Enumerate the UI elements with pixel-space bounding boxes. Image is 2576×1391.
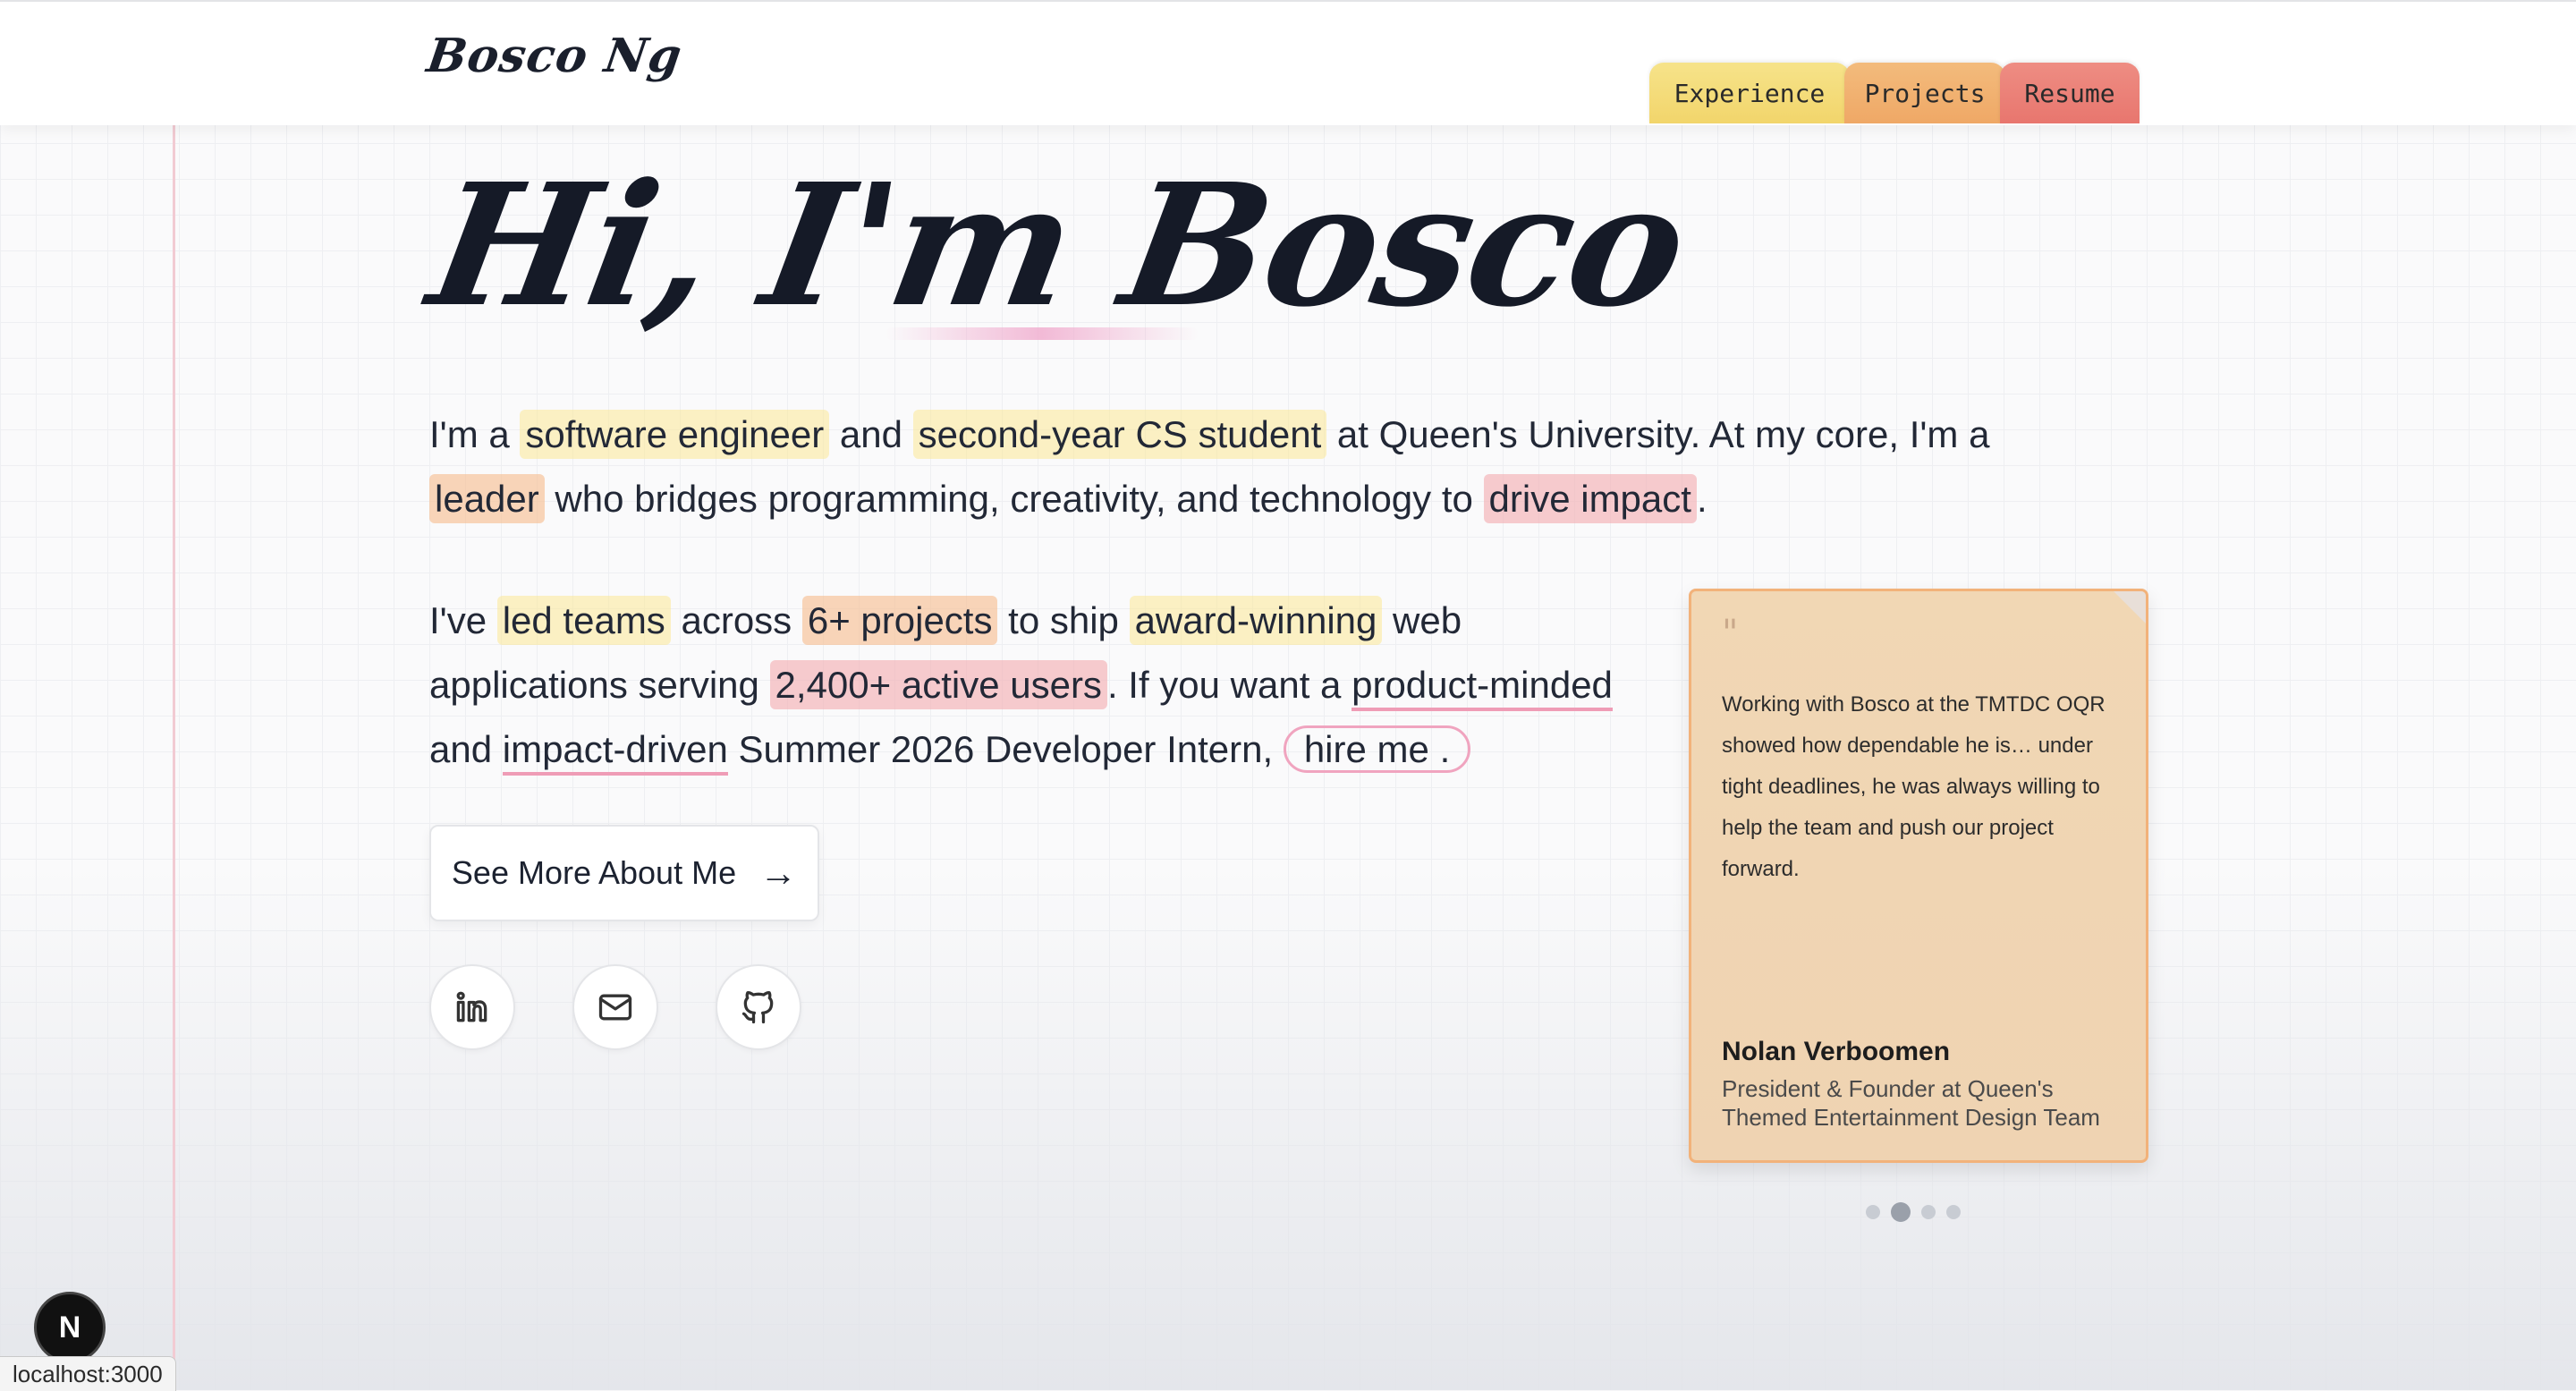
highlight-leader: leader [429,474,545,523]
highlight-active-users: 2,400+ active users [769,660,1107,709]
pitch-text: and [429,728,503,770]
underline-impact-driven: impact-driven [502,728,728,776]
intro-text: at Queen's University. At my core, I'm a [1326,413,1990,455]
pitch-text: across [670,599,802,641]
pitch-text: . [1439,728,1451,770]
nextjs-dev-badge[interactable]: N [34,1292,106,1363]
pitch-text: I've [429,599,497,641]
highlight-cs-student: second-year CS student [912,410,1327,459]
pitch-paragraph: I've led teams across 6+ projects to shi… [429,589,1628,782]
mail-icon [598,994,632,1021]
testimonial-author-role: President & Founder at Queen's Themed En… [1722,1075,2100,1131]
circled-hire-me: hire me . [1283,725,1471,773]
highlight-software-engineer: software engineer [520,410,830,459]
linkedin-button[interactable] [429,964,515,1050]
highlight-projects-count: 6+ projects [801,596,998,645]
browser-status-url: localhost:3000 [0,1356,176,1391]
tab-resume[interactable]: Resume [2000,63,2140,123]
intro-text: who bridges programming, creativity, and… [544,478,1484,520]
intro-text: I'm a [429,413,521,455]
carousel-dot[interactable] [1921,1205,1936,1219]
carousel-dot[interactable] [1946,1205,1961,1219]
hire-me-text: hire me [1303,728,1429,770]
pitch-text: to ship [997,599,1130,641]
carousel-dot[interactable] [1866,1205,1880,1219]
tab-experience[interactable]: Experience [1649,63,1850,123]
testimonial-quote: Working with Bosco at the TMTDC OQR show… [1722,692,2106,881]
folded-corner [2114,591,2146,623]
testimonial-card: " Working with Bosco at the TMTDC OQR sh… [1689,589,2148,1163]
intro-text: . [1696,478,1707,520]
pitch-text: Summer 2026 Developer Intern, [727,728,1284,770]
underline-product-minded: product-minded [1352,664,1613,711]
see-more-label: See More About Me [451,854,737,891]
intro-text: and [829,413,913,455]
carousel-dot-active[interactable] [1891,1202,1911,1222]
linkedin-icon [456,991,487,1022]
title-underline-accent [886,327,1199,340]
quote-icon: " [1722,613,1739,654]
tab-projects[interactable]: Projects [1844,63,2005,123]
highlight-award-winning: award-winning [1129,596,1383,645]
arrow-right-icon: → [759,852,798,894]
highlight-led-teams: led teams [496,596,671,645]
site-header: Bosco Ng Experience Projects Resume [0,0,2576,125]
highlight-drive-impact: drive impact [1483,474,1697,523]
github-button[interactable] [716,964,801,1050]
email-button[interactable] [572,964,658,1050]
intro-paragraph: I'm a software engineer and second-year … [429,403,2039,531]
see-more-button[interactable]: See More About Me → [429,825,819,921]
carousel-dots [1866,1202,1961,1222]
nav-tabs: Experience Projects Resume [1649,63,2140,123]
pitch-text: . If you want a [1106,664,1352,706]
testimonial-author: Nolan Verboomen [1722,1037,1951,1066]
hero-title: Hi, I'm Bosco [417,147,1699,344]
github-icon [741,990,774,1024]
notebook-margin-line [173,123,175,1390]
brand-logo[interactable]: Bosco Ng [424,29,686,83]
